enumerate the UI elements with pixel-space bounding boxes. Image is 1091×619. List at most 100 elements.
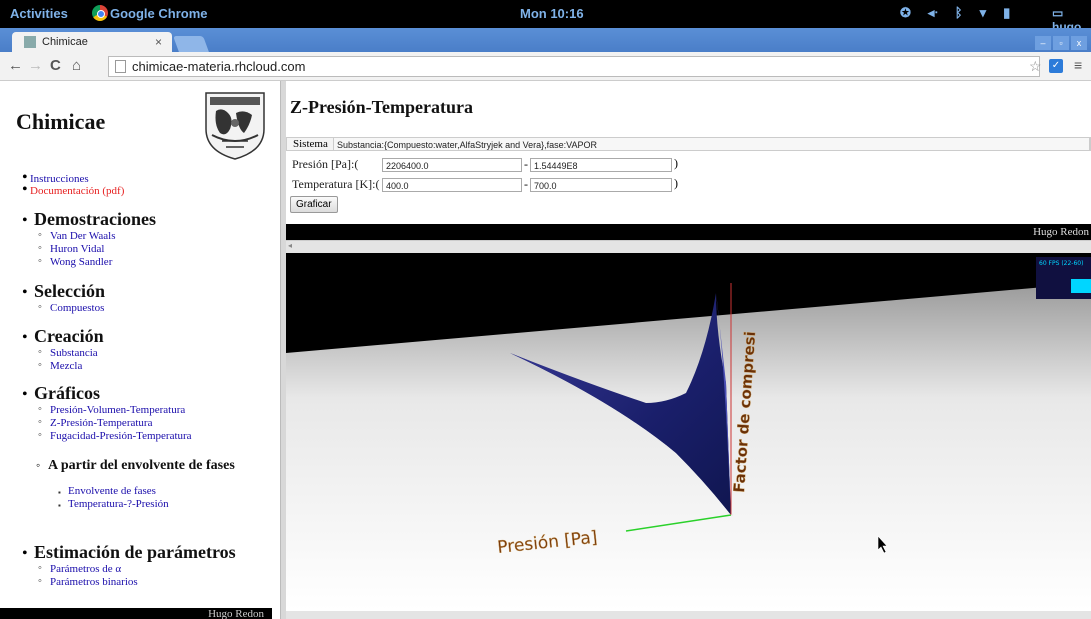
section-creacion: • Creación Substancia Mezcla (22, 326, 104, 373)
volume-icon[interactable]: ◂ᐧ (928, 5, 938, 21)
gnome-top-bar: Activities Google Chrome Mon 10:16 ✪ ◂ᐧ … (0, 0, 1091, 34)
close-paren: ) (674, 156, 678, 170)
list-item: Parámetros de α (32, 562, 236, 576)
bluetooth-icon[interactable]: ᛒ (955, 5, 963, 21)
fpt-link[interactable]: Fugacidad-Presión-Temperatura (50, 430, 192, 442)
home-icon[interactable]: ⌂ (72, 57, 81, 74)
tab-close-icon[interactable]: × (155, 35, 162, 49)
envolvente-fases-link[interactable]: Envolvente de fases (68, 485, 156, 497)
browser-tab[interactable]: Chimicae × (12, 32, 172, 52)
huron-vidal-link[interactable]: Huron Vidal (50, 243, 104, 255)
section-heading: Selección (34, 281, 105, 301)
battery-icon[interactable]: ▮ (1003, 5, 1010, 21)
favicon-icon (24, 36, 36, 48)
clock[interactable]: Mon 10:16 (520, 6, 584, 21)
presion-min-input[interactable]: 2206400.0 (382, 158, 522, 172)
sidebar: Chimicae • Instrucciones • Documentación (… (0, 81, 280, 619)
extension-icon[interactable]: ✓ (1049, 59, 1063, 73)
webgl-3d-plot[interactable]: Presión [Pa] Factor de compresi 60 FPS (… (286, 253, 1091, 611)
list-item: Huron Vidal (32, 242, 156, 256)
back-icon[interactable]: ← (8, 57, 23, 74)
documentacion-link[interactable]: Documentación (pdf) (30, 185, 124, 197)
substancia-link[interactable]: Substancia (50, 347, 98, 359)
compuestos-link[interactable]: Compuestos (50, 302, 104, 314)
maximize-icon[interactable]: ▫ (1053, 36, 1069, 50)
close-window-icon[interactable]: x (1071, 36, 1087, 50)
web-page: Chimicae • Instrucciones • Documentación (… (0, 81, 1091, 619)
minimize-icon[interactable]: – (1035, 36, 1051, 50)
main-content: Z-Presión-Temperatura Sistema Substancia… (286, 81, 1091, 619)
page-icon (115, 60, 126, 73)
presion-row: Presión [Pa]:( (292, 157, 358, 172)
graficar-button[interactable]: Graficar (290, 196, 338, 213)
pvt-link[interactable]: Presión-Volumen-Temperatura (50, 404, 185, 416)
section-seleccion: • Selección Compuestos (22, 281, 105, 315)
presion-max-input[interactable]: 1.54449E8 (530, 158, 672, 172)
wong-sandler-link[interactable]: Wong Sandler (50, 256, 112, 268)
list-item: Envolvente de fases (50, 485, 261, 499)
list-item: Mezcla (32, 359, 104, 373)
forward-icon[interactable]: → (28, 57, 43, 74)
range-dash: - (524, 157, 528, 171)
sistema-label: Sistema (293, 138, 328, 150)
fps-label: 60 FPS (22-60) (1039, 260, 1083, 267)
temperatura-max-input[interactable]: 700.0 (530, 178, 672, 192)
address-bar[interactable]: chimicae-materia.rhcloud.com (108, 56, 1040, 77)
sistema-field[interactable]: Substancia:{Compuesto:water,AlfaStryjek … (333, 137, 1090, 151)
browser-tab-strip: Chimicae × – ▫ x (0, 28, 1091, 52)
list-item: Fugacidad-Presión-Temperatura (32, 429, 192, 443)
main-header-bar: Hugo Redon (286, 224, 1091, 240)
chrome-logo-icon (92, 5, 108, 21)
section-heading: Gráficos (34, 383, 100, 403)
reload-icon[interactable]: C (50, 57, 61, 74)
horizontal-scrollbar-bottom[interactable] (286, 611, 1091, 619)
tab-title: Chimicae (42, 36, 88, 48)
new-tab-button[interactable] (173, 36, 209, 52)
system-tray: ✪ ◂ᐧ ᛒ ▾ ▮ (900, 5, 1010, 21)
van-der-waals-link[interactable]: Van Der Waals (50, 230, 116, 242)
section-heading: Creación (34, 326, 104, 346)
temperatura-row: Temperatura [K]:( (292, 177, 379, 192)
subsection-heading: A partir del envolvente de fases (48, 458, 235, 473)
activities-button[interactable]: Activities (10, 6, 68, 21)
list-item: Wong Sandler (32, 255, 156, 269)
temperatura-presion-link[interactable]: Temperatura-?-Presión (68, 498, 169, 510)
sistema-row: Sistema Substancia:{Compuesto:water,Alfa… (286, 137, 1091, 151)
zpt-link[interactable]: Z-Presión-Temperatura (50, 417, 152, 429)
list-item: Compuestos (32, 301, 105, 315)
sidebar-footer: Hugo Redon (0, 608, 272, 619)
parametros-binarios-link[interactable]: Parámetros binarios (50, 576, 138, 588)
mezcla-link[interactable]: Mezcla (50, 360, 82, 372)
subsection-envolvente: ◦ A partir del envolvente de fases Envol… (36, 458, 261, 512)
page-title: Z-Presión-Temperatura (290, 97, 473, 117)
list-item: Van Der Waals (32, 229, 156, 243)
close-paren: ) (674, 176, 678, 190)
temperatura-label: Temperatura [K]:( (292, 177, 380, 191)
list-item: Substancia (32, 346, 104, 360)
bookmark-star-icon[interactable]: ☆ (1029, 58, 1042, 75)
horizontal-scrollbar[interactable]: ◂ (286, 240, 1091, 254)
presion-label: Presión [Pa]:( (292, 157, 359, 171)
unam-crest-logo (205, 92, 265, 160)
temperatura-min-input[interactable]: 400.0 (382, 178, 522, 192)
url-text: chimicae-materia.rhcloud.com (132, 59, 306, 74)
scroll-left-icon[interactable]: ◂ (288, 241, 292, 250)
user-icon: ▭ (1052, 6, 1064, 20)
section-heading: Estimación de parámetros (34, 542, 236, 562)
parametros-alfa-link[interactable]: Parámetros de α (50, 563, 121, 575)
list-item: Temperatura-?-Presión (50, 498, 261, 512)
chrome-menu-icon[interactable]: ≡ (1074, 57, 1082, 73)
list-item: Z-Presión-Temperatura (32, 416, 192, 430)
window-controls: – ▫ x (1035, 36, 1087, 50)
site-title: Chimicae (16, 109, 106, 134)
app-menu-label: Google Chrome (110, 6, 208, 21)
sidebar-item-documentacion[interactable]: • Documentación (pdf) (22, 181, 124, 199)
plot-scene: Presión [Pa] Factor de compresi 60 FPS (… (286, 253, 1091, 611)
section-heading: Demostraciones (34, 209, 156, 229)
accessibility-icon[interactable]: ✪ (900, 5, 911, 21)
section-graficos: • Gráficos Presión-Volumen-Temperatura Z… (22, 383, 192, 443)
list-item: Presión-Volumen-Temperatura (32, 403, 192, 417)
app-menu[interactable]: Google Chrome (92, 5, 208, 21)
section-demostraciones: • Demostraciones Van Der Waals Huron Vid… (22, 209, 156, 269)
network-icon[interactable]: ▾ (980, 5, 987, 21)
